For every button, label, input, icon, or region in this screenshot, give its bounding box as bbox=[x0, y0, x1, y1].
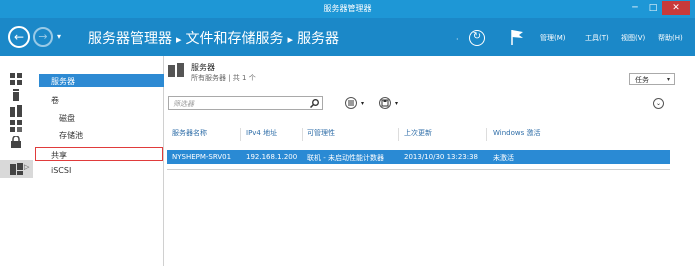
breadcrumb-item-server-manager[interactable]: 服务器管理器 bbox=[88, 31, 172, 47]
forward-button[interactable]: → bbox=[33, 27, 53, 47]
filter-input[interactable] bbox=[173, 98, 301, 109]
table-row[interactable]: NYSHEPM-SRV01 192.168.1.200 联机 - 未启动性能计数… bbox=[167, 150, 670, 164]
column-header-manageability[interactable]: 可管理性 bbox=[307, 128, 335, 138]
sub-navigation: 服务器 卷 磁盘 存储池 共享 iSCSI bbox=[33, 56, 164, 266]
page-title: 服务器 bbox=[191, 63, 215, 72]
roles-icon[interactable] bbox=[10, 120, 22, 132]
dashboard-icon[interactable] bbox=[10, 73, 22, 85]
expand-button[interactable]: ⌄ bbox=[653, 98, 664, 109]
cell-windows-activation: 未激活 bbox=[493, 154, 514, 162]
row-divider bbox=[167, 169, 670, 170]
save-query-button[interactable] bbox=[379, 97, 391, 109]
dot-separator: · bbox=[456, 35, 459, 44]
list-options-button[interactable] bbox=[345, 97, 357, 109]
cell-ipv4: 192.168.1.200 bbox=[246, 153, 298, 161]
refresh-button[interactable]: ↻ bbox=[469, 30, 485, 46]
subnav-item-servers[interactable]: 服务器 bbox=[39, 74, 164, 87]
page-subtitle: 所有服务器 | 共 1 个 bbox=[191, 74, 256, 82]
column-divider bbox=[302, 128, 303, 141]
subnav-item-storage-pools[interactable]: 存储池 bbox=[59, 130, 83, 141]
menu-help[interactable]: 帮助(H) bbox=[658, 33, 683, 43]
icon-rail: ▷ bbox=[0, 56, 33, 266]
cell-server-name: NYSHEPM-SRV01 bbox=[172, 153, 232, 161]
header-bar: ← → ▾ 服务器管理器 ▸ 文件和存储服务 ▸ 服务器 · ↻ 管理(M) 工具(T)… bbox=[0, 18, 695, 56]
back-button[interactable]: ← bbox=[8, 26, 30, 48]
all-servers-icon[interactable] bbox=[10, 105, 22, 117]
history-dropdown[interactable]: ▾ bbox=[57, 32, 61, 41]
tasks-label: 任务 bbox=[635, 76, 649, 84]
subnav-item-volumes[interactable]: 卷 bbox=[51, 95, 59, 106]
subnav-item-shares[interactable]: 共享 bbox=[35, 147, 163, 161]
column-divider bbox=[240, 128, 241, 141]
close-button[interactable]: ✕ bbox=[662, 1, 690, 15]
servers-tile-icon bbox=[168, 63, 184, 77]
maximize-button[interactable]: □ bbox=[645, 1, 661, 15]
window-title-bar: 服务器管理器 ─ □ ✕ bbox=[0, 0, 695, 18]
breadcrumb-item-servers[interactable]: 服务器 bbox=[297, 31, 339, 47]
list-icon bbox=[348, 100, 354, 106]
breadcrumb-item-file-storage[interactable]: 文件和存储服务 bbox=[186, 31, 284, 47]
local-server-icon[interactable] bbox=[10, 89, 22, 101]
breadcrumb-separator: ▸ bbox=[287, 33, 294, 46]
tasks-dropdown[interactable]: 任务 ▾ bbox=[629, 73, 675, 85]
breadcrumb-separator: ▸ bbox=[176, 33, 182, 46]
refresh-area: · ↻ bbox=[456, 30, 496, 46]
menu-manage[interactable]: 管理(M) bbox=[540, 33, 566, 43]
cell-manageability: 联机 - 未启动性能计数器 bbox=[307, 154, 384, 162]
subnav-item-iscsi[interactable]: iSCSI bbox=[51, 166, 71, 175]
search-icon[interactable] bbox=[310, 99, 319, 108]
filter-box bbox=[168, 96, 323, 110]
cell-last-update: 2013/10/30 13:23:38 bbox=[404, 153, 479, 161]
column-header-server-name[interactable]: 服务器名称 bbox=[172, 128, 207, 138]
window-title: 服务器管理器 bbox=[323, 4, 372, 13]
notifications-flag-icon[interactable] bbox=[510, 29, 524, 45]
expand-arrow-icon: ▷ bbox=[24, 163, 30, 171]
table-header: 服务器名称 IPv4 地址 可管理性 上次更新 Windows 激活 bbox=[164, 128, 695, 141]
column-header-last-update[interactable]: 上次更新 bbox=[404, 128, 432, 138]
file-storage-icon bbox=[10, 163, 23, 175]
minimize-button[interactable]: ─ bbox=[627, 1, 643, 15]
column-divider bbox=[398, 128, 399, 141]
column-header-ipv4[interactable]: IPv4 地址 bbox=[246, 128, 277, 138]
main-pane: 服务器 所有服务器 | 共 1 个 任务 ▾ ▾ ▾ ⌄ 服务器名称 IPv4 … bbox=[164, 56, 695, 266]
chevron-down-icon: ▾ bbox=[666, 76, 670, 83]
lock-server-icon[interactable] bbox=[10, 136, 22, 148]
breadcrumb: 服务器管理器 ▸ 文件和存储服务 ▸ 服务器 bbox=[88, 28, 339, 48]
menu-view[interactable]: 视图(V) bbox=[621, 33, 645, 43]
menu-tools[interactable]: 工具(T) bbox=[585, 33, 609, 43]
chevron-down-icon[interactable]: ▾ bbox=[361, 100, 364, 107]
chevron-down-icon[interactable]: ▾ bbox=[395, 100, 398, 107]
save-icon bbox=[381, 99, 389, 107]
subnav-item-disks[interactable]: 磁盘 bbox=[59, 113, 75, 124]
column-divider bbox=[486, 128, 487, 141]
column-header-windows-activation[interactable]: Windows 激活 bbox=[493, 128, 540, 138]
